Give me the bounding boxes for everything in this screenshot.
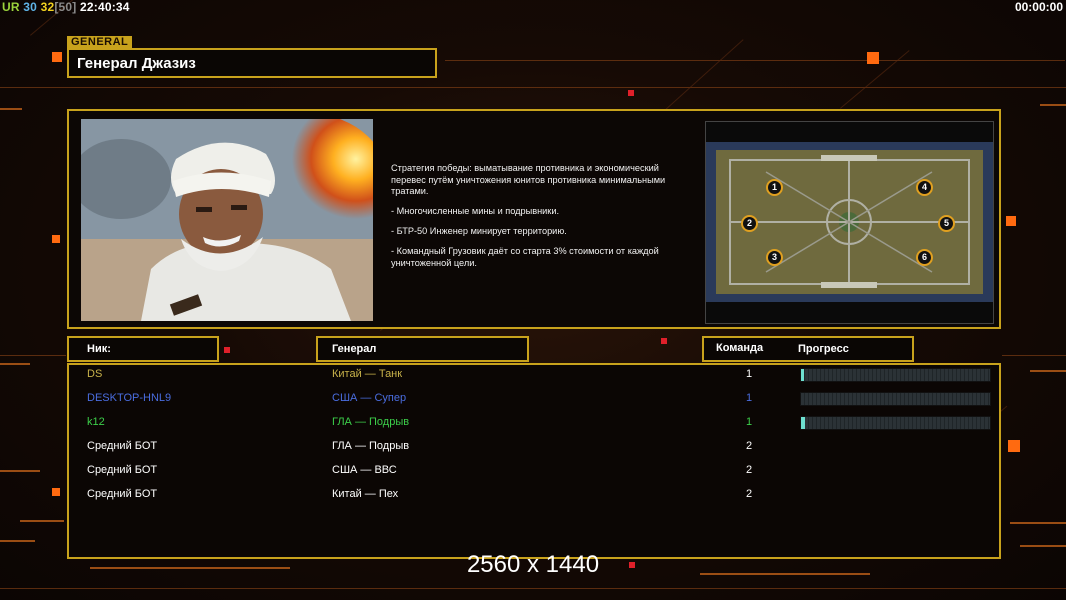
clock: 22:40:34 — [80, 0, 130, 14]
description-line: Стратегия победы: выматывание противника… — [391, 163, 666, 196]
description-line: - Командный Грузовик даёт со старта 3% с… — [391, 246, 659, 268]
match-timer: 00:00:00 — [1014, 0, 1063, 14]
table-row: k12 ГЛА — Подрыв 1 — [69, 413, 999, 433]
player-team: 1 — [745, 368, 753, 380]
load-progress-fill — [801, 369, 804, 381]
general-info-panel: Стратегия победы: выматывание противника… — [67, 109, 1001, 329]
load-progress-fill — [801, 417, 805, 429]
map-preview[interactable]: 1 2 3 4 5 6 — [705, 121, 994, 324]
column-label-general: Генерал — [332, 343, 377, 355]
player-nick: DESKTOP-HNL9 — [87, 392, 172, 404]
resolution-label: 2560 x 1440 — [466, 551, 600, 578]
table-row: DS Китай — Танк 1 — [69, 365, 999, 385]
player-nick: k12 — [87, 416, 105, 428]
column-header-team-progress: Команда Прогресс — [702, 336, 914, 362]
general-portrait — [81, 119, 373, 321]
general-tag: GENERAL — [67, 36, 133, 48]
player-team: 2 — [745, 440, 753, 452]
start-position-1[interactable]: 1 — [766, 179, 783, 196]
start-position-6[interactable]: 6 — [916, 249, 933, 266]
player-general: ГЛА — Подрыв — [332, 440, 410, 452]
load-progress-bar — [800, 368, 991, 382]
start-position-5[interactable]: 5 — [938, 215, 955, 232]
column-header-general: Генерал — [316, 336, 529, 362]
description-line: - БТР-50 Инженер минирует территорию. — [391, 226, 567, 236]
start-position-3[interactable]: 3 — [766, 249, 783, 266]
ur-label: UR — [2, 0, 20, 14]
general-name: Генерал Джазиз — [77, 55, 196, 72]
table-row: Средний БОТ Китай — Пех 2 — [69, 485, 999, 505]
player-team: 1 — [745, 416, 753, 428]
start-position-2[interactable]: 2 — [741, 215, 758, 232]
description-line: - Многочисленные мины и подрывники. — [391, 206, 560, 216]
player-general: США — ВВС — [332, 464, 397, 476]
player-team: 1 — [745, 392, 753, 404]
table-row: DESKTOP-HNL9 США — Супер 1 — [69, 389, 999, 409]
column-label-team: Команда — [716, 342, 764, 354]
general-title-box: Генерал Джазиз — [67, 48, 437, 78]
column-header-nick: Ник: — [67, 336, 219, 362]
load-progress-bar — [800, 392, 991, 406]
table-row: Средний БОТ ГЛА — Подрыв 2 — [69, 437, 999, 457]
player-nick: Средний БОТ — [87, 488, 158, 500]
fps-value: 32 — [40, 0, 55, 14]
table-row: Средний БОТ США — ВВС 2 — [69, 461, 999, 481]
fps-max: [50] — [54, 0, 77, 14]
player-general: Китай — Пех — [332, 488, 399, 500]
start-position-4[interactable]: 4 — [916, 179, 933, 196]
column-label-progress: Прогресс — [798, 343, 849, 355]
ur-value: 30 — [23, 0, 38, 14]
player-general: Китай — Танк — [332, 368, 403, 380]
load-progress-bar — [800, 416, 991, 430]
player-team: 2 — [745, 464, 753, 476]
player-team: 2 — [745, 488, 753, 500]
player-nick: DS — [87, 368, 103, 380]
player-nick: Средний БОТ — [87, 440, 158, 452]
player-nick: Средний БОТ — [87, 464, 158, 476]
player-general: ГЛА — Подрыв — [332, 416, 410, 428]
general-description: Стратегия победы: выматывание противника… — [391, 163, 696, 278]
player-general: США — Супер — [332, 392, 407, 404]
players-table: DS Китай — Танк 1 DESKTOP-HNL9 США — Супер 1 k… — [67, 363, 1001, 559]
column-label-nick: Ник: — [87, 343, 111, 355]
status-readout: UR 30 32[50] 22:40:34 — [2, 0, 130, 14]
